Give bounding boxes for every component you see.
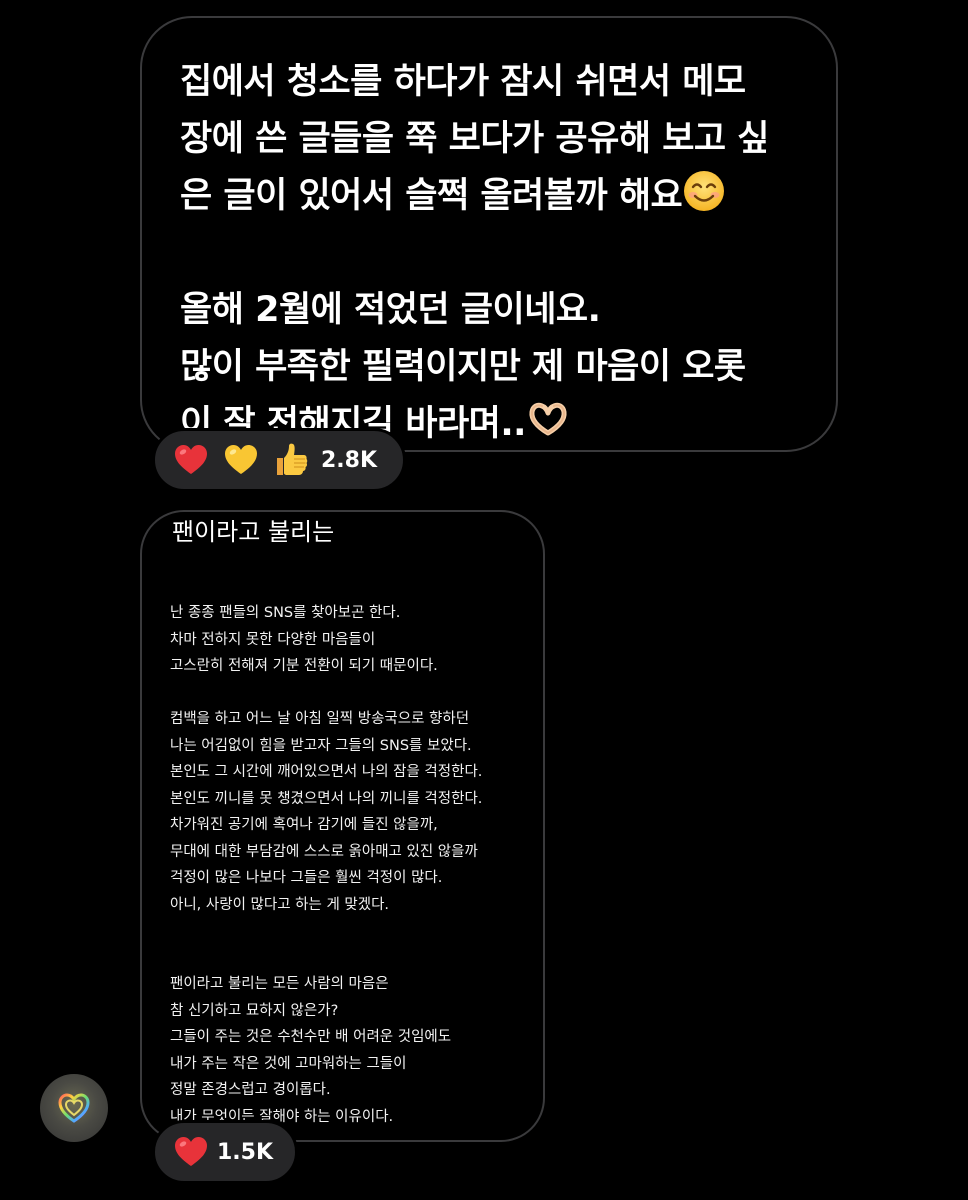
reaction-count: 2.8K [321, 447, 378, 473]
memo-line: 무대에 대한 부담감에 스스로 옭아매고 있진 않을까 [170, 843, 478, 860]
memo-line: 본인도 끼니를 못 챙겼으면서 나의 끼니를 걱정한다. [170, 790, 483, 807]
message-line: 올해 2월에 적었던 글이네요. [180, 290, 601, 330]
red-heart-icon [173, 1134, 209, 1170]
message-line-text: 은 글이 있어서 슬쩍 올려볼까 해요 [180, 176, 683, 216]
memo-title: 팬이라고 불리는 [172, 518, 335, 546]
message-bubble[interactable]: 집에서 청소를 하다가 잠시 쉬면서 메모 장에 쓴 글들을 쭉 보다가 공유해… [140, 16, 838, 452]
memo-line: 차마 전하지 못한 다양한 마음들이 [170, 631, 376, 648]
memo-line: 난 종종 팬들의 SNS를 찾아보곤 한다. [170, 605, 401, 621]
memo-line: 컴백을 하고 어느 날 아침 일찍 방송국으로 향하던 [170, 711, 470, 727]
thumbs-up-icon [273, 442, 309, 478]
memo-line: 고스란히 전해져 기분 전환이 되기 때문이다. [170, 658, 438, 674]
sender-avatar[interactable] [40, 1074, 108, 1142]
memo-line: 나는 어김없이 힘을 받고자 그들의 SNS를 보았다. [170, 737, 472, 754]
yellow-heart-icon [223, 442, 259, 478]
memo-line: 본인도 그 시간에 깨어있으면서 나의 잠을 걱정한다. [170, 764, 483, 780]
smiling-face-icon [684, 171, 725, 211]
memo-body: 난 종종 팬들의 SNS를 찾아보곤 한다. 차마 전하지 못한 다양한 마음들… [170, 600, 482, 1130]
memo-image-bubble[interactable]: 팬이라고 불리는 난 종종 팬들의 SNS를 찾아보곤 한다. 차마 전하지 못… [140, 510, 545, 1142]
memo-line: 내가 주는 작은 것에 고마워하는 그들이 [170, 1055, 407, 1072]
message-line: 장에 쓴 글들을 쭉 보다가 공유해 보고 싶 [180, 119, 770, 159]
memo-line: 참 신기하고 묘하지 않은가? [170, 1002, 339, 1019]
reaction-count: 1.5K [217, 1139, 274, 1165]
memo-line: 아니, 사랑이 많다고 하는 게 맞겠다. [170, 896, 390, 913]
reactions-pill[interactable]: 2.8K [152, 428, 406, 492]
heart-hands-icon [529, 402, 567, 436]
memo-line: 그들이 주는 것은 수천수만 배 어려운 것임에도 [170, 1029, 452, 1045]
message-line: 집에서 청소를 하다가 잠시 쉬면서 메모 [180, 62, 746, 102]
message-line: 많이 부족한 필력이지만 제 마음이 오롯 [180, 347, 746, 387]
message-line-with-emoji: 은 글이 있어서 슬쩍 올려볼까 해요 [180, 168, 806, 225]
red-heart-icon [173, 442, 209, 478]
rainbow-heart-icon [58, 1093, 90, 1123]
reactions-pill[interactable]: 1.5K [152, 1120, 298, 1184]
memo-line: 걱정이 많은 나보다 그들은 훨씬 걱정이 많다. [170, 870, 443, 886]
memo-line: 정말 존경스럽고 경이롭다. [170, 1082, 331, 1098]
memo-line: 팬이라고 불리는 모든 사람의 마음은 [170, 976, 389, 992]
memo-line: 차가워진 공기에 혹여나 감기에 들진 않을까, [170, 817, 438, 833]
